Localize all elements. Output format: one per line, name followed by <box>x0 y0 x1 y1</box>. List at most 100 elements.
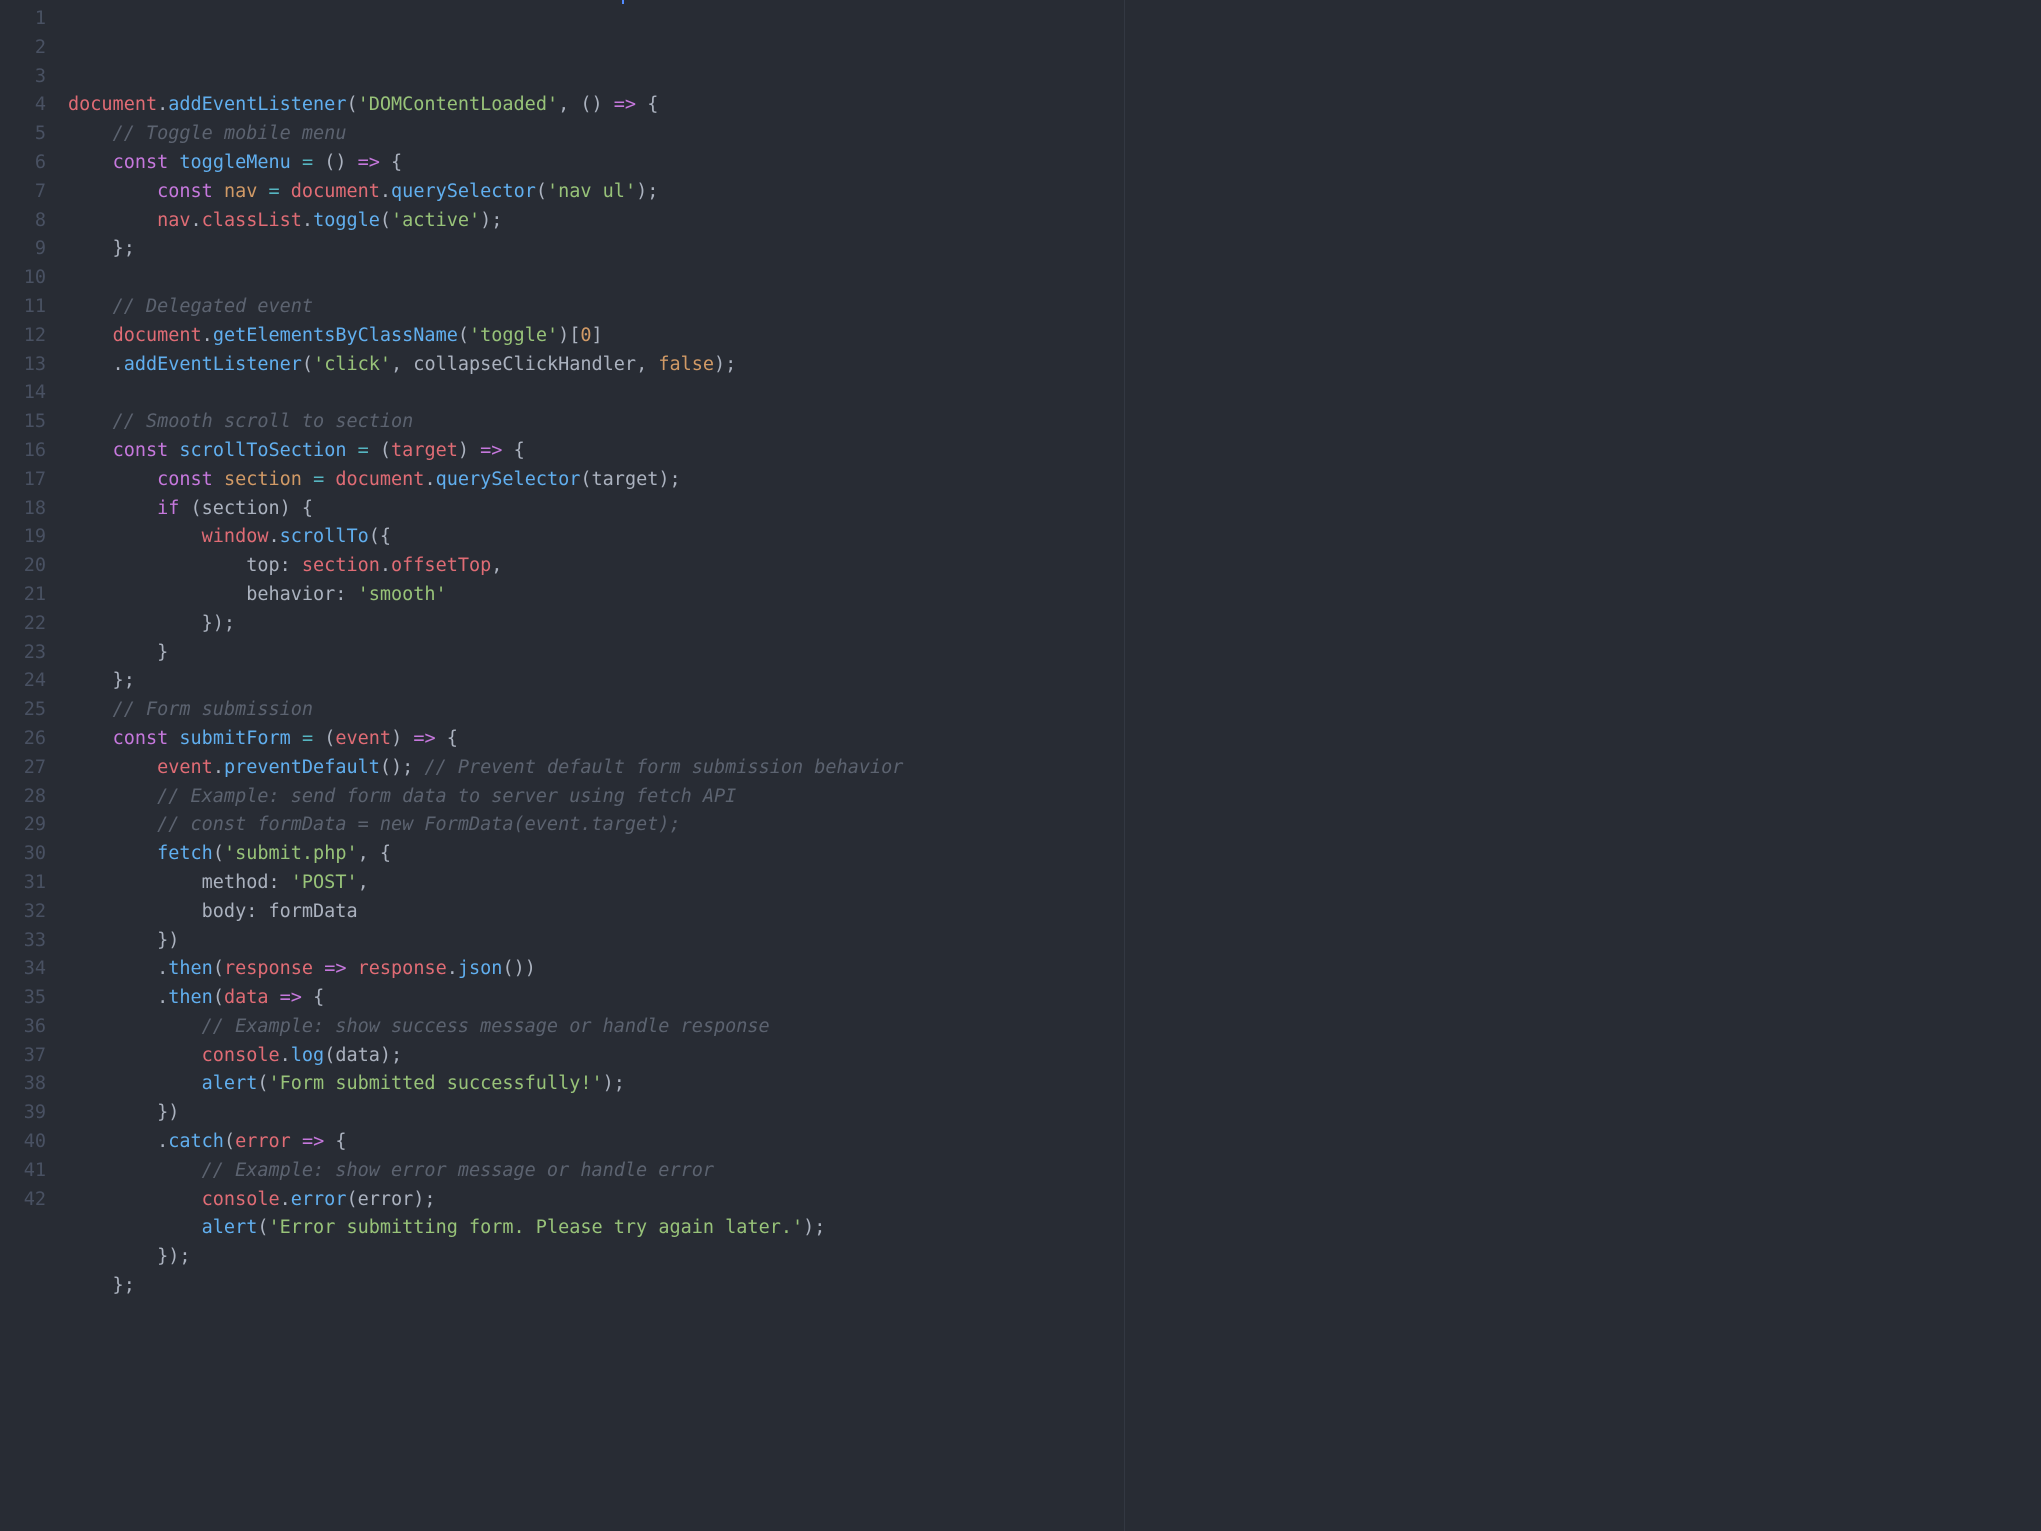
code-line[interactable]: // Example: show success message or hand… <box>68 1013 2041 1042</box>
code-token: = <box>302 728 313 749</box>
code-token <box>280 181 291 202</box>
code-token: => <box>614 94 636 115</box>
code-token: 'active' <box>391 210 480 231</box>
line-number: 12 <box>0 322 46 351</box>
code-token: ( <box>213 987 224 1008</box>
code-line[interactable]: }; <box>68 667 2041 696</box>
code-line[interactable]: // const formData = new FormData(event.t… <box>68 811 2041 840</box>
code-line[interactable]: // Delegated event <box>68 293 2041 322</box>
code-token: querySelector <box>391 181 536 202</box>
code-token: => <box>480 440 502 461</box>
code-token: (); <box>380 757 425 778</box>
code-line[interactable]: .catch(error => { <box>68 1128 2041 1157</box>
code-line[interactable]: const nav = document.querySelector('nav … <box>68 178 2041 207</box>
code-line[interactable]: alert('Form submitted successfully!'); <box>68 1070 2041 1099</box>
code-line[interactable]: event.preventDefault(); // Prevent defau… <box>68 754 2041 783</box>
code-token: alert <box>202 1073 258 1094</box>
code-token: ({ <box>369 526 391 547</box>
code-token: ] <box>592 325 603 346</box>
line-number: 15 <box>0 408 46 437</box>
code-token <box>269 987 280 1008</box>
code-line[interactable]: const section = document.querySelector(t… <box>68 466 2041 495</box>
code-token: ()) <box>502 958 535 979</box>
code-line[interactable]: }) <box>68 927 2041 956</box>
code-token: = <box>313 469 324 490</box>
code-token <box>168 440 179 461</box>
code-token: // const formData = new FormData(event.t… <box>157 814 680 835</box>
line-number: 39 <box>0 1099 46 1128</box>
code-line[interactable]: // Form submission <box>68 696 2041 725</box>
code-line[interactable]: // Example: send form data to server usi… <box>68 783 2041 812</box>
code-line[interactable]: method: 'POST', <box>68 869 2041 898</box>
code-token: )[ <box>558 325 580 346</box>
code-line[interactable]: .then(data => { <box>68 984 2041 1013</box>
code-line[interactable]: .addEventListener('click', collapseClick… <box>68 351 2041 380</box>
code-token: => <box>302 1131 324 1152</box>
code-line[interactable]: alert('Error submitting form. Please try… <box>68 1214 2041 1243</box>
code-token: . <box>268 526 279 547</box>
code-line[interactable]: }); <box>68 610 2041 639</box>
line-number: 11 <box>0 293 46 322</box>
code-token: = <box>358 440 369 461</box>
code-token: document <box>68 94 157 115</box>
line-number: 23 <box>0 639 46 668</box>
code-line[interactable]: document.addEventListener('DOMContentLoa… <box>68 91 2041 120</box>
code-line[interactable]: // Example: show error message or handle… <box>68 1157 2041 1186</box>
code-token: // Example: send form data to server usi… <box>157 786 736 807</box>
code-token: . <box>380 555 391 576</box>
line-number: 41 <box>0 1157 46 1186</box>
code-area[interactable]: document.addEventListener('DOMContentLoa… <box>64 0 2041 1531</box>
code-line[interactable]: body: formData <box>68 898 2041 927</box>
code-token: const <box>113 440 169 461</box>
code-token: if <box>157 498 179 519</box>
code-line[interactable]: top: section.offsetTop, <box>68 552 2041 581</box>
code-line[interactable]: const scrollToSection = (target) => { <box>68 437 2041 466</box>
code-token <box>313 958 324 979</box>
code-line[interactable]: console.error(error); <box>68 1186 2041 1215</box>
code-token: . <box>447 958 458 979</box>
code-token <box>68 1160 202 1181</box>
code-line[interactable] <box>68 264 2041 293</box>
code-token <box>213 469 224 490</box>
code-line[interactable]: }) <box>68 1099 2041 1128</box>
code-line[interactable]: behavior: 'smooth' <box>68 581 2041 610</box>
code-token: ( <box>536 181 547 202</box>
code-line[interactable]: } <box>68 639 2041 668</box>
code-token: const <box>113 728 169 749</box>
code-line[interactable]: window.scrollTo({ <box>68 523 2041 552</box>
code-line[interactable]: }); <box>68 1243 2041 1272</box>
line-number: 33 <box>0 927 46 956</box>
code-line[interactable]: // Smooth scroll to section <box>68 408 2041 437</box>
code-token: (error); <box>346 1189 435 1210</box>
code-line[interactable]: if (section) { <box>68 495 2041 524</box>
code-editor[interactable]: 1234567891011121314151617181920212223242… <box>0 0 2041 1531</box>
code-token: top: <box>68 555 302 576</box>
code-token <box>68 728 113 749</box>
code-token: then <box>168 958 213 979</box>
code-token: event <box>335 728 391 749</box>
code-line[interactable]: const submitForm = (event) => { <box>68 725 2041 754</box>
code-token: . <box>157 94 168 115</box>
code-token: . <box>380 181 391 202</box>
code-line[interactable]: }; <box>68 1272 2041 1301</box>
code-token: 'DOMContentLoaded' <box>358 94 558 115</box>
code-line[interactable]: }; <box>68 235 2041 264</box>
code-line[interactable]: fetch('submit.php', { <box>68 840 2041 869</box>
code-line[interactable]: const toggleMenu = () => { <box>68 149 2041 178</box>
code-token: . <box>280 1045 291 1066</box>
code-token <box>68 1016 202 1037</box>
code-line[interactable]: // Toggle mobile menu <box>68 120 2041 149</box>
code-token: false <box>658 354 714 375</box>
line-number: 17 <box>0 466 46 495</box>
code-token: // Toggle mobile menu <box>113 123 347 144</box>
line-number: 14 <box>0 379 46 408</box>
code-token: preventDefault <box>224 757 380 778</box>
code-line[interactable] <box>68 379 2041 408</box>
code-line[interactable]: nav.classList.toggle('active'); <box>68 207 2041 236</box>
code-line[interactable]: console.log(data); <box>68 1042 2041 1071</box>
code-token: const <box>157 469 213 490</box>
code-line[interactable]: .then(response => response.json()) <box>68 955 2041 984</box>
code-token: document <box>335 469 424 490</box>
code-line[interactable]: document.getElementsByClassName('toggle'… <box>68 322 2041 351</box>
code-token: document <box>113 325 202 346</box>
